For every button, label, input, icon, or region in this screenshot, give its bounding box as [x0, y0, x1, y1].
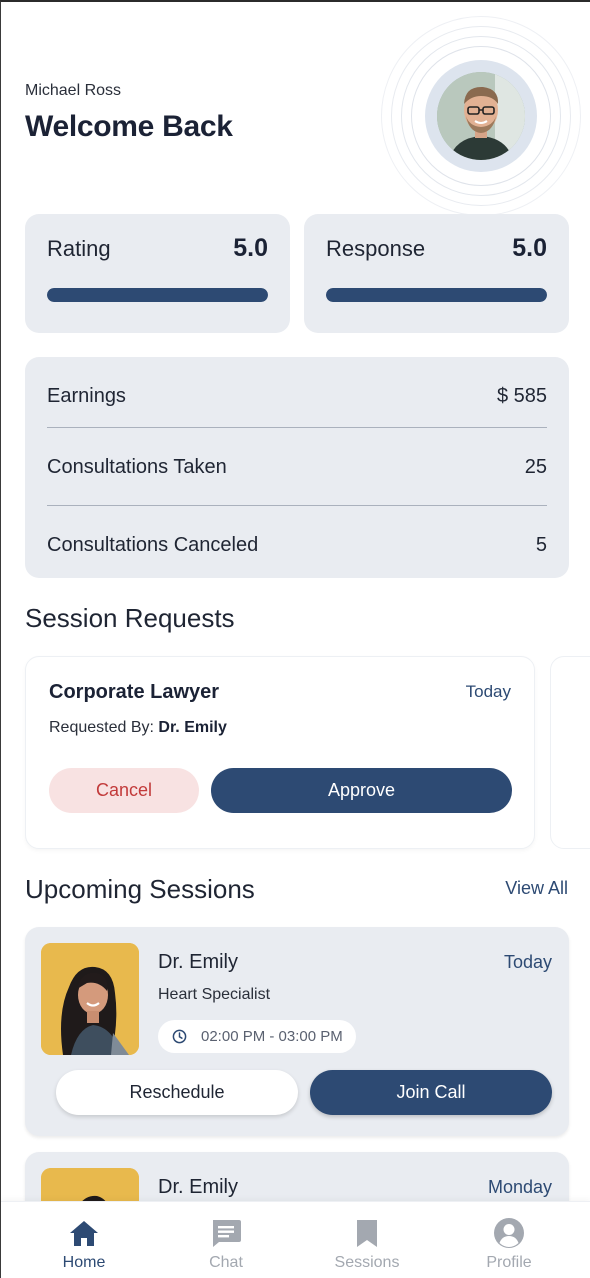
cancel-button[interactable]: Cancel	[49, 768, 199, 813]
rating-value: 5.0	[233, 234, 268, 262]
request-date: Today	[465, 682, 511, 701]
home-icon	[69, 1218, 99, 1248]
response-progress-fill	[326, 288, 547, 302]
session-requests-heading: Session Requests	[25, 603, 235, 633]
earnings-summary-card: Earnings $ 585 Consultations Taken 25 Co…	[25, 357, 569, 578]
profile-icon	[493, 1218, 525, 1248]
session-day: Monday	[487, 1177, 552, 1197]
summary-label: Consultations Canceled	[47, 533, 259, 556]
response-label: Response	[326, 236, 426, 261]
requested-by-label: Requested By:	[49, 719, 159, 736]
summary-value: $ 585	[496, 384, 547, 407]
session-time: 02:00 PM - 03:00 PM	[201, 1028, 343, 1045]
summary-row-consultations-canceled: Consultations Canceled 5	[47, 506, 547, 584]
view-all-link[interactable]: View All	[505, 878, 568, 899]
profile-avatar-area[interactable]	[381, 16, 581, 216]
session-time-chip: 02:00 PM - 03:00 PM	[158, 1020, 356, 1053]
chat-icon	[210, 1218, 242, 1248]
response-progress-bar	[326, 288, 547, 302]
nav-item-profile[interactable]: Profile	[439, 1202, 579, 1278]
response-value: 5.0	[512, 234, 547, 262]
reschedule-button[interactable]: Reschedule	[56, 1070, 298, 1115]
page-title: Welcome Back	[25, 110, 233, 143]
doctor-name: Dr. Emily	[158, 1176, 238, 1198]
session-day: Today	[503, 952, 552, 972]
avatar[interactable]	[425, 60, 537, 172]
bookmark-icon	[355, 1218, 379, 1248]
user-name: Michael Ross	[25, 82, 122, 99]
doctor-name: Dr. Emily	[158, 951, 238, 973]
rating-progress-bar	[47, 288, 268, 302]
upcoming-sessions-heading: Upcoming Sessions	[25, 874, 255, 904]
session-request-card-next[interactable]	[550, 656, 590, 849]
approve-button[interactable]: Approve	[211, 768, 512, 813]
summary-label: Consultations Taken	[47, 455, 227, 478]
nav-item-chat[interactable]: Chat	[156, 1202, 296, 1278]
clock-icon	[172, 1029, 187, 1044]
session-card[interactable]: Dr. Emily Today Heart Specialist 02:00 P…	[25, 927, 569, 1136]
nav-label: Sessions	[334, 1254, 400, 1271]
doctor-photo	[41, 943, 139, 1055]
session-request-card[interactable]: Corporate Lawyer Today Requested By: Dr.…	[25, 656, 535, 849]
rating-card: Rating 5.0	[25, 214, 290, 333]
rating-progress-fill	[47, 288, 268, 302]
nav-item-sessions[interactable]: Sessions	[297, 1202, 437, 1278]
nav-label: Chat	[209, 1254, 243, 1271]
summary-value: 25	[524, 455, 547, 478]
join-call-button[interactable]: Join Call	[310, 1070, 552, 1115]
summary-value: 5	[535, 533, 547, 556]
summary-label: Earnings	[47, 384, 126, 407]
summary-row-earnings: Earnings $ 585	[47, 357, 547, 435]
requester-name: Dr. Emily	[158, 719, 227, 736]
request-title: Corporate Lawyer	[49, 681, 220, 703]
requested-by: Requested By: Dr. Emily	[49, 719, 227, 737]
nav-item-home[interactable]: Home	[14, 1202, 154, 1278]
summary-row-consultations-taken: Consultations Taken 25	[47, 428, 547, 506]
app-screen: Michael Ross Welcome Back Rating 5.0 Res…	[0, 0, 590, 1278]
nav-label: Profile	[486, 1254, 532, 1271]
rating-label: Rating	[47, 236, 111, 261]
nav-label: Home	[62, 1254, 106, 1271]
response-card: Response 5.0	[304, 214, 569, 333]
doctor-specialty: Heart Specialist	[158, 986, 271, 1003]
bottom-navigation: Home Chat Sessions Profile	[1, 1201, 590, 1278]
avatar-photo	[437, 72, 525, 160]
